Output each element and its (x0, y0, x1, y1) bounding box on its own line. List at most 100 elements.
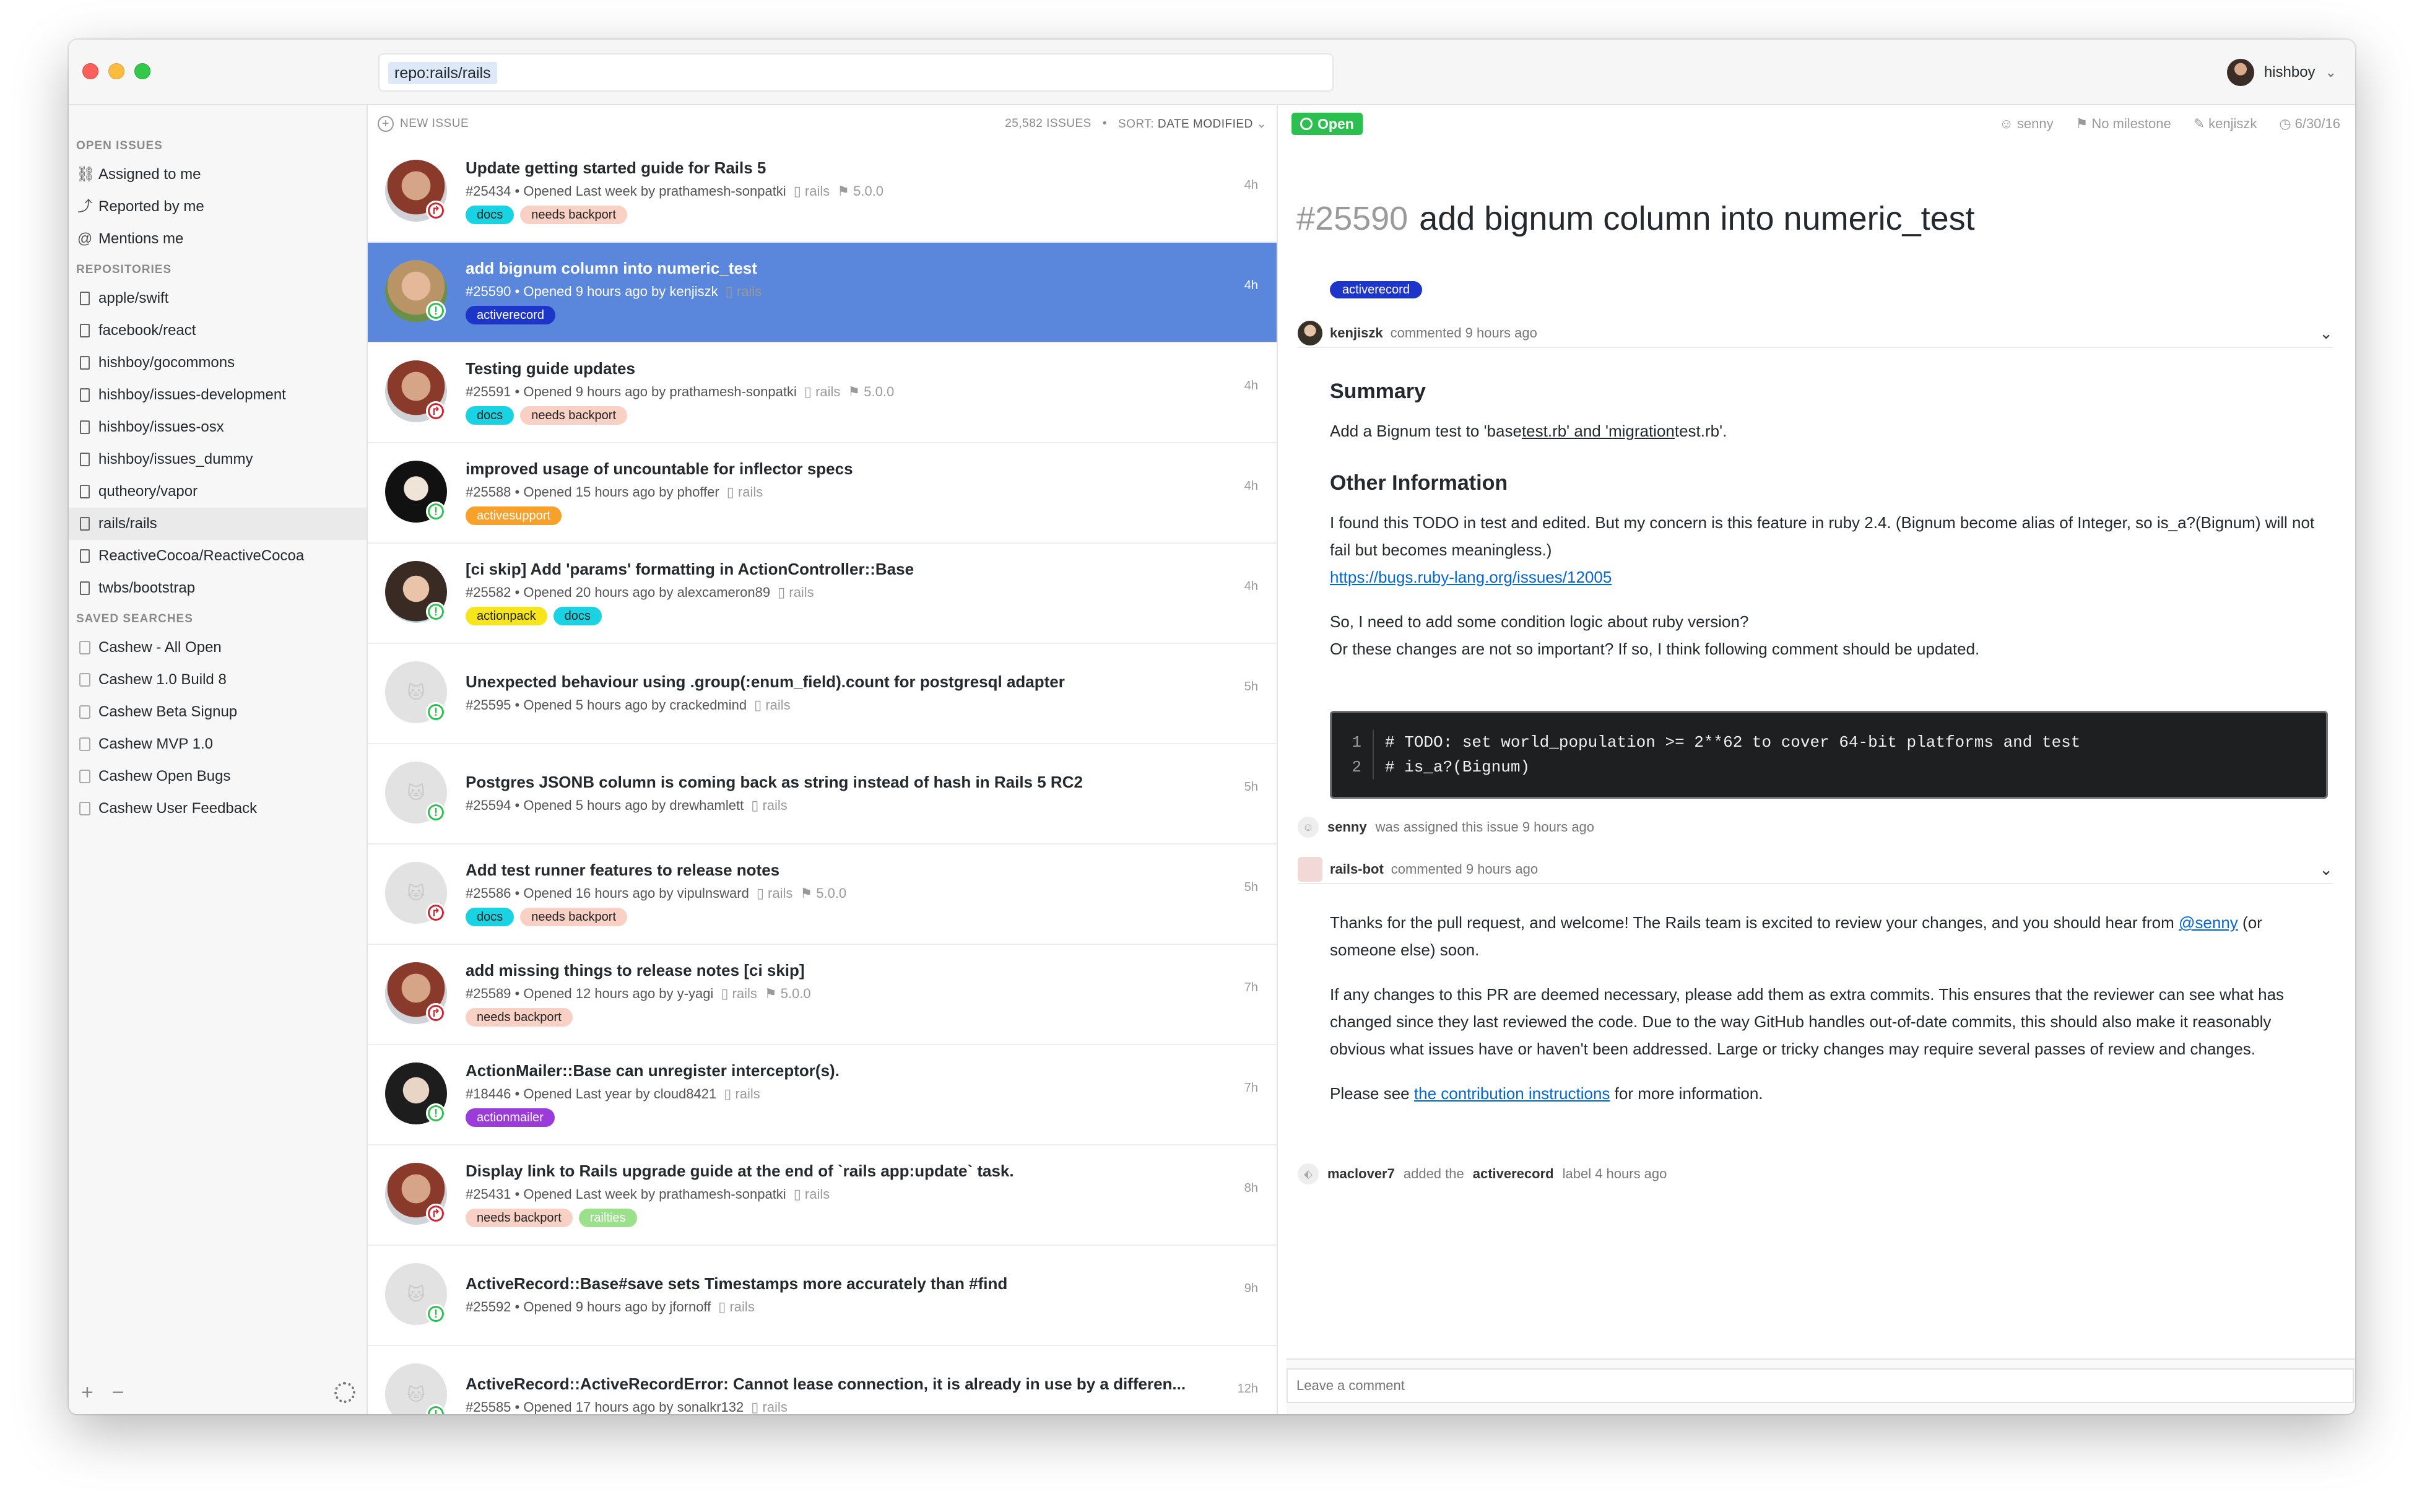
sidebar-repo-item[interactable]: twbs/bootstrap (69, 572, 367, 604)
sidebar-repo-item[interactable]: rails/rails (69, 508, 367, 540)
issue-row[interactable]: ! add bignum column into numeric_test #255… (368, 243, 1277, 343)
label-docs[interactable]: docs (466, 908, 514, 926)
label-needs-backport[interactable]: needs backport (520, 406, 628, 425)
sidebar-item-label: Assigned to me (98, 166, 201, 183)
ruby-bug-link[interactable]: https://bugs.ruby-lang.org/issues/12005 (1330, 563, 2330, 591)
sidebar-repo-item[interactable]: hishboy/gocommons (69, 347, 367, 379)
sidebar-item-mentions-me[interactable]: @ Mentions me (69, 223, 367, 255)
issue-meta: #25588 • Opened 15 hours ago by phoffer ▯… (466, 484, 763, 500)
sidebar-item-assigned-to-me[interactable]: ⛓ Assigned to me (69, 159, 367, 191)
sidebar-repo-item[interactable]: qutheory/vapor (69, 476, 367, 508)
label-needs-backport[interactable]: needs backport (466, 1008, 573, 1027)
issue-list: + NEW ISSUE 25,582 ISSUES • SORT: DATE M… (368, 105, 1278, 1414)
issue-row[interactable]: ↱ Display link to Rails upgrade guide at … (368, 1145, 1277, 1246)
pull-request-icon: ↱ (426, 1003, 446, 1023)
state-badge[interactable]: Open (1291, 113, 1363, 135)
milestone-icon: ⚑ 5.0.0 (848, 384, 895, 399)
para-1: I found this TODO in test and edited. Bu… (1330, 513, 2315, 559)
label-docs[interactable]: docs (466, 206, 514, 224)
issue-age: 4h (1244, 580, 1258, 593)
repo-icon: ▯ rails (724, 1086, 760, 1101)
sidebar-item-reported-by-me[interactable]: ⤴ Reported by me (69, 191, 367, 223)
label-needs-backport[interactable]: needs backport (520, 908, 628, 926)
repo-icon: ▯ rails (756, 885, 793, 901)
sidebar-item-label: hishboy/issues_dummy (98, 451, 253, 467)
issue-meta: #25595 • Opened 5 hours ago by crackedmi… (466, 697, 791, 713)
label-needs-backport[interactable]: needs backport (520, 206, 628, 224)
label-actionpack[interactable]: actionpack (466, 607, 547, 625)
repositories-heading: REPOSITORIES (76, 263, 172, 276)
saved-search-item[interactable]: Cashew MVP 1.0 (69, 728, 367, 760)
label-needs-backport[interactable]: needs backport (466, 1209, 573, 1227)
milestone-name: No milestone (2091, 116, 2171, 131)
repo-icon: ▯ rails (793, 1186, 830, 1202)
event-actor[interactable]: maclover7 (1327, 1166, 1395, 1182)
issue-row[interactable]: ! [ci skip] Add 'params' formatting in Ac… (368, 544, 1277, 644)
comment-author[interactable]: kenjiszk (1330, 325, 1383, 341)
milestone-control[interactable]: ⚑ No milestone (2076, 116, 2171, 132)
saved-search-item[interactable]: Cashew - All Open (69, 632, 367, 664)
issue-row[interactable]: ! ActiveRecord::Base#save sets Timestamps… (368, 1246, 1277, 1346)
user-menu[interactable]: hishboy ⌄ (2226, 57, 2337, 88)
new-issue-button[interactable]: + NEW ISSUE (378, 116, 469, 132)
sidebar-repo-item[interactable]: hishboy/issues-development (69, 379, 367, 411)
issue-title: improved usage of uncountable for inflec… (466, 459, 853, 478)
label-activerecord[interactable]: activerecord (466, 306, 555, 324)
label-docs[interactable]: docs (553, 607, 602, 625)
comment-input[interactable] (1287, 1368, 2354, 1403)
chevron-down-icon[interactable]: ⌄ (2319, 860, 2333, 879)
issue-row[interactable]: ! ActionMailer::Base can unregister inter… (368, 1045, 1277, 1145)
sidebar-repo-item[interactable]: hishboy/issues_dummy (69, 443, 367, 476)
remove-icon[interactable]: − (112, 1381, 124, 1405)
saved-search-item[interactable]: Cashew User Feedback (69, 793, 367, 825)
issue-row[interactable]: ! Unexpected behaviour using .group(:enum… (368, 644, 1277, 744)
sidebar-item-label: Cashew User Feedback (98, 800, 258, 817)
minimize-window-button[interactable] (108, 63, 124, 79)
chevron-down-icon[interactable]: ⌄ (2319, 324, 2333, 343)
issue-row[interactable]: ↱ Testing guide updates #25591 • Opened 9 … (368, 343, 1277, 443)
label-actionmailer[interactable]: actionmailer (466, 1108, 555, 1127)
saved-search-item[interactable]: Cashew 1.0 Build 8 (69, 664, 367, 696)
sidebar-item-label: Cashew - All Open (98, 639, 222, 656)
issue-labels: needs backport (466, 1008, 573, 1027)
author-control[interactable]: ✎ kenjiszk (2194, 116, 2257, 132)
event-actor[interactable]: senny (1327, 819, 1367, 835)
label-docs[interactable]: docs (466, 406, 514, 425)
assignee-control[interactable]: ☺ senny (1999, 116, 2053, 132)
issue-row[interactable]: ↱ Add test runner features to release not… (368, 845, 1277, 945)
issue-labels: actionmailer (466, 1108, 555, 1127)
chevron-down-icon: ⌄ (1256, 117, 1267, 131)
label-activesupport[interactable]: activesupport (466, 506, 562, 525)
issue-title: ActiveRecord::Base#save sets Timestamps … (466, 1274, 1008, 1293)
sidebar-repo-item[interactable]: facebook/react (69, 315, 367, 347)
code-block: 1 # TODO: set world_population >= 2**62 t… (1330, 711, 2328, 799)
search-input[interactable]: repo:rails/rails (378, 53, 1334, 92)
milestone-icon: ⚑ 5.0.0 (800, 885, 847, 901)
issue-row[interactable]: !ActiveRecord::ActiveRecordError: Cannot… (368, 1346, 1277, 1414)
add-icon[interactable]: + (81, 1381, 93, 1405)
issue-row[interactable]: ! Postgres JSONB column is coming back as… (368, 744, 1277, 845)
close-window-button[interactable] (82, 63, 98, 79)
issue-row[interactable]: ↱ Update getting started guide for Rails … (368, 142, 1277, 243)
repo-icon: ▯ rails (793, 183, 830, 199)
label-railties[interactable]: railties (578, 1209, 637, 1227)
issue-title: Add test runner features to release note… (466, 861, 780, 879)
search-token[interactable]: repo:rails/rails (388, 62, 497, 84)
comment-action: commented 9 hours ago (1391, 861, 1539, 877)
issue-meta: #25594 • Opened 5 hours ago by drewhamle… (466, 797, 788, 813)
issue-meta: #18446 • Opened Last year by cloud8421 ▯ … (466, 1086, 760, 1101)
comment-author[interactable]: rails-bot (1330, 861, 1384, 877)
sort-control[interactable]: SORT: DATE MODIFIED ⌄ (1118, 117, 1267, 131)
contribution-link[interactable]: the contribution instructions (1414, 1084, 1610, 1103)
issue-row[interactable]: ↱ add missing things to release notes [ci… (368, 945, 1277, 1045)
issue-row[interactable]: ! improved usage of uncountable for infle… (368, 443, 1277, 544)
sidebar-repo-item[interactable]: hishboy/issues-osx (69, 411, 367, 443)
saved-search-item[interactable]: Cashew Beta Signup (69, 696, 367, 728)
zoom-window-button[interactable] (134, 63, 150, 79)
sidebar-repo-item[interactable]: apple/swift (69, 282, 367, 315)
mention-link[interactable]: @senny (2179, 913, 2238, 932)
repo-icon: ▯ rails (718, 1299, 755, 1314)
saved-search-item[interactable]: Cashew Open Bugs (69, 760, 367, 793)
label-activerecord[interactable]: activerecord (1330, 281, 1422, 298)
sidebar-repo-item[interactable]: ReactiveCocoa/ReactiveCocoa (69, 540, 367, 572)
